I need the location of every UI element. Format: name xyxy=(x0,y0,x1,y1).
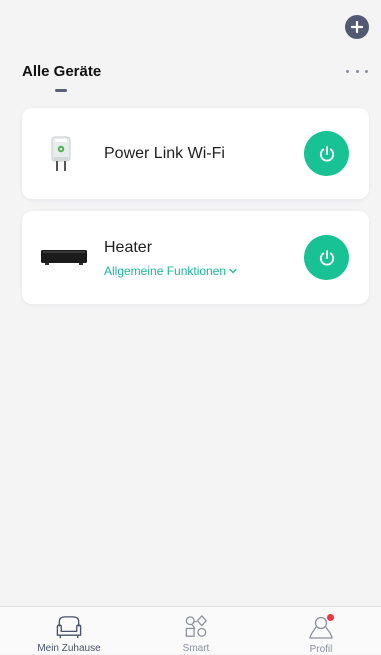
device-functions-link[interactable]: Allgemeine Funktionen xyxy=(104,264,237,278)
tab-label: Smart xyxy=(182,643,210,654)
more-dot xyxy=(346,69,349,73)
power-icon xyxy=(319,249,334,265)
notification-badge xyxy=(327,614,334,621)
tab-profil[interactable]: Profil xyxy=(276,607,366,655)
add-device-button[interactable] xyxy=(345,15,369,39)
tab-mein-zuhause[interactable]: Mein Zuhause xyxy=(24,607,114,654)
top-bar: Alle Geräte xyxy=(0,0,381,100)
more-options-button[interactable] xyxy=(346,66,368,76)
device-name: Heater xyxy=(104,239,153,256)
smart-plug-image xyxy=(51,136,71,171)
page-title: Alle Geräte xyxy=(22,63,102,80)
armchair-icon xyxy=(56,616,82,639)
plus-icon xyxy=(351,21,363,33)
more-dot xyxy=(365,69,368,73)
tab-indicator xyxy=(55,89,67,92)
more-dot xyxy=(355,69,359,73)
tab-label: Profil xyxy=(309,644,333,655)
device-name: Power Link Wi-Fi xyxy=(104,145,225,162)
power-icon xyxy=(319,145,334,161)
profile-icon-wrapper xyxy=(304,613,338,643)
tab-smart[interactable]: Smart xyxy=(151,607,241,654)
chevron-down-icon xyxy=(229,268,237,274)
device-card-heater[interactable]: Heater Allgemeine Funktionen xyxy=(22,211,369,304)
power-toggle-button[interactable] xyxy=(304,235,349,280)
tab-label: Mein Zuhause xyxy=(37,643,101,654)
device-subtitle: Allgemeine Funktionen xyxy=(104,264,227,278)
shapes-icon xyxy=(185,614,207,637)
heater-image xyxy=(41,250,87,265)
bottom-tab-bar: Mein Zuhause Smart Profil xyxy=(0,606,381,655)
device-card-power-link[interactable]: Power Link Wi-Fi xyxy=(22,108,369,199)
power-toggle-button[interactable] xyxy=(304,131,349,176)
